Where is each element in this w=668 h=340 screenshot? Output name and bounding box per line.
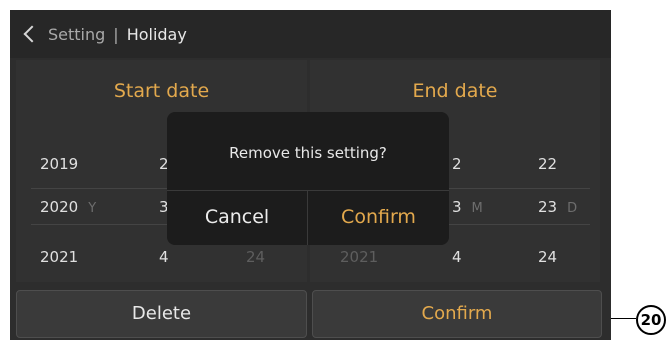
end-day-next[interactable]: 24 <box>538 248 557 266</box>
remove-setting-dialog: Remove this setting? Cancel Confirm <box>167 112 449 245</box>
day-unit: D <box>567 201 578 216</box>
breadcrumb-setting[interactable]: Setting <box>48 25 105 44</box>
callout-number-badge: 20 <box>636 305 666 335</box>
breadcrumb-separator: | <box>113 24 119 44</box>
delete-button[interactable]: Delete <box>16 290 307 338</box>
holiday-settings-screen: Setting | Holiday Start date 2019 2020 Y … <box>10 10 611 340</box>
end-month-prev[interactable]: 2 <box>452 155 462 173</box>
end-year-next[interactable]: 2021 <box>340 248 378 266</box>
dialog-message: Remove this setting? <box>229 144 387 162</box>
end-day-prev[interactable]: 22 <box>538 155 557 173</box>
start-month-next[interactable]: 4 <box>159 248 169 266</box>
end-month-selected[interactable]: 3M <box>452 198 483 216</box>
confirm-button[interactable]: Confirm <box>312 290 602 338</box>
start-year-next[interactable]: 2021 <box>40 248 78 266</box>
dialog-confirm-button[interactable]: Confirm <box>308 190 449 245</box>
end-day-selected[interactable]: 23 D <box>538 198 577 216</box>
end-date-title: End date <box>412 80 498 102</box>
header-bar: Setting | Holiday <box>10 10 611 58</box>
dialog-cancel-button[interactable]: Cancel <box>167 190 307 245</box>
month-unit: M <box>471 201 483 216</box>
start-year-value: 2020 <box>40 198 79 216</box>
end-day-value: 23 <box>538 198 558 216</box>
end-month-value: 3 <box>452 198 462 216</box>
back-chevron-icon[interactable] <box>23 25 41 43</box>
start-day-next[interactable]: 24 <box>246 248 265 266</box>
callout-leader-line <box>611 318 636 319</box>
end-month-next[interactable]: 4 <box>452 248 462 266</box>
start-date-title: Start date <box>113 80 210 102</box>
start-year-prev[interactable]: 2019 <box>40 155 78 173</box>
year-unit: Y <box>88 201 97 216</box>
page-title: Holiday <box>126 24 187 44</box>
start-year-selected[interactable]: 2020 Y <box>40 198 96 216</box>
